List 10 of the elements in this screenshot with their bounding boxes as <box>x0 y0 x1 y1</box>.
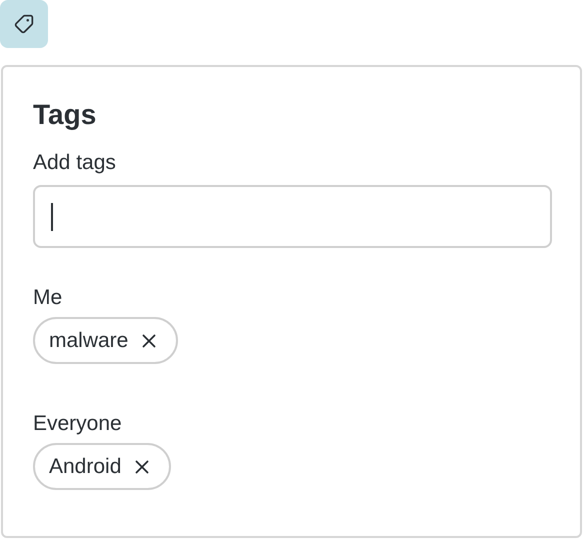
tag-icon <box>14 14 34 34</box>
panel-title: Tags <box>33 98 96 132</box>
group-label: Me <box>33 285 62 311</box>
tag-label: malware <box>49 328 128 354</box>
tag-button[interactable] <box>0 0 48 48</box>
field-label: Add tags <box>33 150 116 176</box>
add-tags-field[interactable] <box>33 185 552 248</box>
text-cursor <box>51 202 53 230</box>
group-label: Everyone <box>33 411 122 437</box>
tag-label: Android <box>49 454 122 480</box>
